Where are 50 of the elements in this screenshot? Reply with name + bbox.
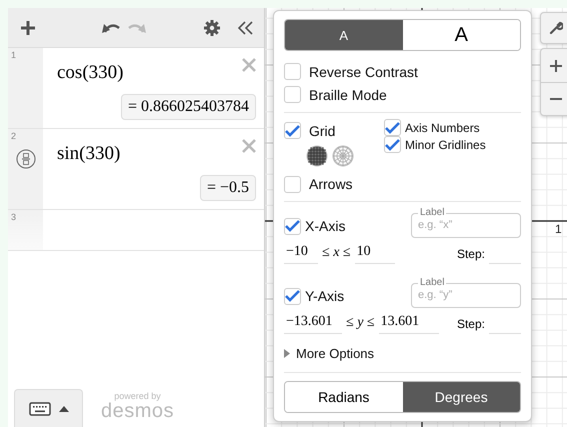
fraction-toggle-icon[interactable]	[16, 149, 36, 169]
caret-up-icon	[58, 406, 68, 412]
arrows-checkbox[interactable]	[284, 176, 301, 192]
more-options-toggle[interactable]: More Options	[284, 340, 521, 366]
step-label: Step:	[456, 317, 485, 333]
grid-checkbox[interactable]	[284, 122, 301, 139]
grid-option-checkbox[interactable]	[384, 119, 401, 136]
expression-index: 2	[11, 131, 16, 141]
axis-checkbox[interactable]	[284, 218, 301, 234]
math-expression[interactable]: cos(330)	[57, 62, 124, 84]
arrows-label: Arrows	[309, 176, 353, 192]
add-icon[interactable]	[20, 20, 36, 36]
settings-icon[interactable]	[204, 20, 220, 36]
range-min-field[interactable]: −10	[284, 244, 318, 264]
axis-label-field[interactable]: Label e.g. “x”	[411, 208, 521, 238]
evaluation-result: = 0.866025403784	[120, 94, 256, 120]
expression-index: 1	[11, 50, 16, 60]
grid-option-label: Minor Gridlines	[405, 138, 486, 152]
axis-label: Y-Axis	[305, 288, 344, 304]
keyboard-icon	[28, 402, 50, 416]
axis-number: 1	[555, 222, 562, 236]
axis-label-field[interactable]: Label e.g. “y”	[411, 278, 521, 308]
range-relation: ≤ x ≤	[322, 245, 351, 262]
option-checkbox[interactable]	[284, 63, 301, 80]
axis-label: X-Axis	[305, 218, 346, 234]
text-size-tab[interactable]: A	[285, 20, 402, 50]
axis-checkbox[interactable]	[284, 288, 301, 304]
option-label: Braille Mode	[309, 86, 387, 102]
grid-option-label: Axis Numbers	[405, 120, 480, 134]
range-max-field[interactable]: 10	[354, 244, 395, 264]
option-checkbox[interactable]	[284, 86, 301, 103]
step-field[interactable]	[489, 330, 521, 334]
step-field[interactable]	[489, 260, 521, 264]
brand-name: desmos	[101, 401, 174, 421]
undo-icon[interactable]	[102, 22, 120, 34]
range-relation: ≤ y ≤	[346, 315, 375, 332]
option-label: Reverse Contrast	[309, 64, 418, 80]
evaluation-result: = −0.5	[200, 175, 256, 201]
math-expression[interactable]: sin(330)	[57, 143, 120, 165]
range-max-field[interactable]: 13.601	[378, 314, 439, 334]
expression-index: 3	[11, 212, 16, 222]
powered-by-text: powered by	[114, 392, 161, 401]
collapse-icon[interactable]	[238, 20, 254, 34]
range-min-field[interactable]: −13.601	[284, 314, 342, 334]
grid-label: Grid	[309, 122, 336, 138]
keyboard-toggle-button[interactable]	[14, 389, 83, 427]
square-grid-icon[interactable]	[306, 145, 328, 167]
step-label: Step:	[456, 247, 485, 263]
angle-mode-tab[interactable]: Degrees	[402, 382, 520, 412]
grid-option-checkbox[interactable]	[384, 136, 401, 153]
